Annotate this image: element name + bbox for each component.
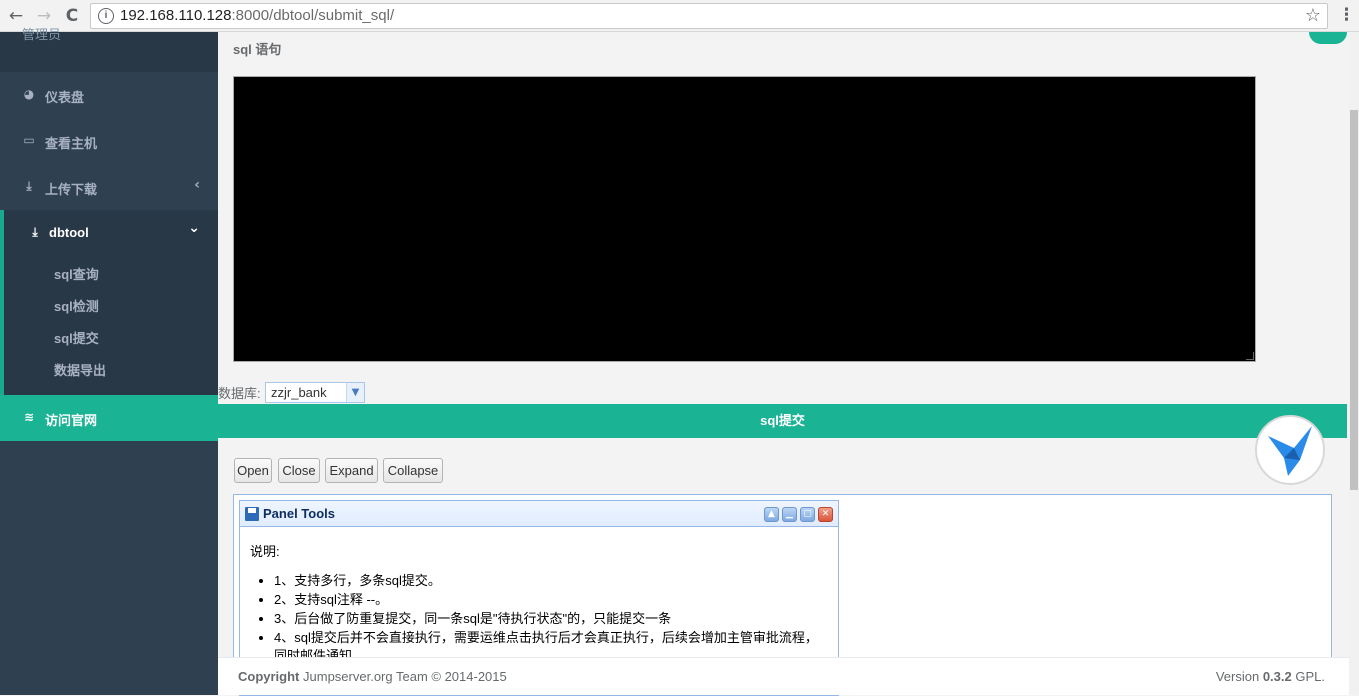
list-item: 3、后台做了防重复提交，同一条sql是"待执行状态"的，只能提交一条 xyxy=(274,610,824,628)
address-bar[interactable]: i 192.168.110.128:8000/dbtool/submit_sql… xyxy=(90,3,1328,29)
notes-intro: 说明: xyxy=(250,544,280,559)
copyright-label: Copyright xyxy=(238,669,300,684)
sidebar-subitem-sql-check[interactable]: sql检测 xyxy=(54,296,99,315)
collapse-panel-icon[interactable]: ▲ xyxy=(764,507,779,522)
url-path: :8000/dbtool/submit_sql/ xyxy=(231,7,395,24)
url-host: 192.168.110.128 xyxy=(120,7,232,24)
database-label: 数据库: xyxy=(218,386,261,401)
footer-copyright: Copyright Jumpserver.org Team © 2014-201… xyxy=(238,669,507,684)
sidebar: 管理员 ◕ 仪表盘 ▭ 查看主机 ⤓ 上传下载 ‹ ⤓ dbtool ⌄ sql… xyxy=(0,27,218,695)
open-button[interactable]: Open xyxy=(234,458,272,483)
database-select[interactable]: zzjr_bank ▼ xyxy=(265,382,365,403)
sidebar-item-label: 访问官网 xyxy=(45,413,98,428)
sidebar-item-upload-download[interactable]: ⤓ 上传下载 ‹ xyxy=(0,164,218,210)
top-right-tab[interactable] xyxy=(1309,32,1347,44)
chevron-down-icon: ▼ xyxy=(346,383,364,402)
bird-icon[interactable] xyxy=(1254,414,1326,486)
save-icon xyxy=(245,507,259,521)
sidebar-subitem-data-export[interactable]: 数据导出 xyxy=(54,360,106,379)
sidebar-item-label: 仪表盘 xyxy=(45,90,85,105)
info-icon[interactable]: i xyxy=(98,8,114,24)
maximize-panel-icon[interactable]: ▢ xyxy=(800,507,815,522)
scrollbar-thumb[interactable] xyxy=(1350,110,1358,490)
footer: Copyright Jumpserver.org Team © 2014-201… xyxy=(218,657,1349,695)
browser-menu-icon[interactable]: ⋮ xyxy=(1338,5,1355,25)
database-icon: ≋ xyxy=(23,410,35,424)
notes-list: 1、支持多行，多条sql提交。 2、支持sql注释 --。 3、后台做了防重复提… xyxy=(250,572,824,665)
bookmark-star-icon[interactable]: ☆ xyxy=(1305,5,1321,26)
page-scrollbar[interactable] xyxy=(1349,32,1359,695)
copyright-text: Jumpserver.org Team © 2014-2015 xyxy=(303,669,507,684)
minimize-panel-icon[interactable]: ▁ xyxy=(782,507,797,522)
back-icon[interactable]: ← xyxy=(6,6,26,26)
sql-label: sql 语句 xyxy=(233,42,282,57)
sidebar-item-dashboard[interactable]: ◕ 仪表盘 xyxy=(0,72,218,118)
dashboard-icon: ◕ xyxy=(23,87,35,101)
browser-toolbar: ← → C i 192.168.110.128:8000/dbtool/subm… xyxy=(0,0,1359,32)
sql-submit-button[interactable]: sql提交 xyxy=(218,404,1347,438)
download-icon: ⤓ xyxy=(26,179,32,193)
version-prefix: Version xyxy=(1215,669,1260,684)
database-select-value: zzjr_bank xyxy=(271,385,327,400)
sidebar-subitem-sql-query[interactable]: sql查询 xyxy=(54,264,99,283)
hdd-icon: ▭ xyxy=(23,133,35,147)
sidebar-subitem-sql-submit[interactable]: sql提交 xyxy=(54,328,99,347)
forward-icon[interactable]: → xyxy=(34,6,54,26)
panel-header: Panel Tools ▲ ▁ ▢ ✕ xyxy=(240,501,838,527)
panel-title: Panel Tools xyxy=(263,506,335,521)
resize-grip-icon[interactable] xyxy=(1246,352,1254,360)
close-button[interactable]: Close xyxy=(278,458,320,483)
version-number: 0.3.2 xyxy=(1262,669,1292,684)
download-icon: ⤓ xyxy=(32,225,38,239)
sidebar-profile: 管理员 xyxy=(0,27,218,72)
sql-editor[interactable] xyxy=(233,76,1256,362)
chevron-down-icon: ⌄ xyxy=(188,220,200,236)
sidebar-item-hosts[interactable]: ▭ 查看主机 xyxy=(0,118,218,164)
collapse-button[interactable]: Collapse xyxy=(383,458,443,483)
url-text[interactable]: 192.168.110.128:8000/dbtool/submit_sql/ xyxy=(120,7,394,24)
main-content: sql 语句 数据库: zzjr_bank ▼ sql提交 Open Close… xyxy=(218,32,1349,696)
sidebar-item-official-site[interactable]: ≋ 访问官网 xyxy=(0,395,218,441)
profile-name[interactable]: 管理员 xyxy=(22,24,61,43)
reload-icon[interactable]: C xyxy=(62,6,82,26)
sidebar-item-label: 上传下载 xyxy=(45,182,98,197)
close-panel-icon[interactable]: ✕ xyxy=(818,507,833,522)
list-item: 1、支持多行，多条sql提交。 xyxy=(274,572,824,590)
sidebar-item-dbtool[interactable]: ⤓ dbtool ⌄ xyxy=(0,210,218,396)
sidebar-item-label: 查看主机 xyxy=(45,136,98,151)
chevron-left-icon: ‹ xyxy=(194,177,200,193)
sidebar-item-label: dbtool xyxy=(49,225,89,240)
version-license: GPL. xyxy=(1295,669,1325,684)
footer-version: Version 0.3.2 GPL. xyxy=(1216,669,1325,684)
expand-button[interactable]: Expand xyxy=(325,458,378,483)
list-item: 2、支持sql注释 --。 xyxy=(274,591,824,609)
panel-body: 说明: 1、支持多行，多条sql提交。 2、支持sql注释 --。 3、后台做了… xyxy=(250,541,824,666)
